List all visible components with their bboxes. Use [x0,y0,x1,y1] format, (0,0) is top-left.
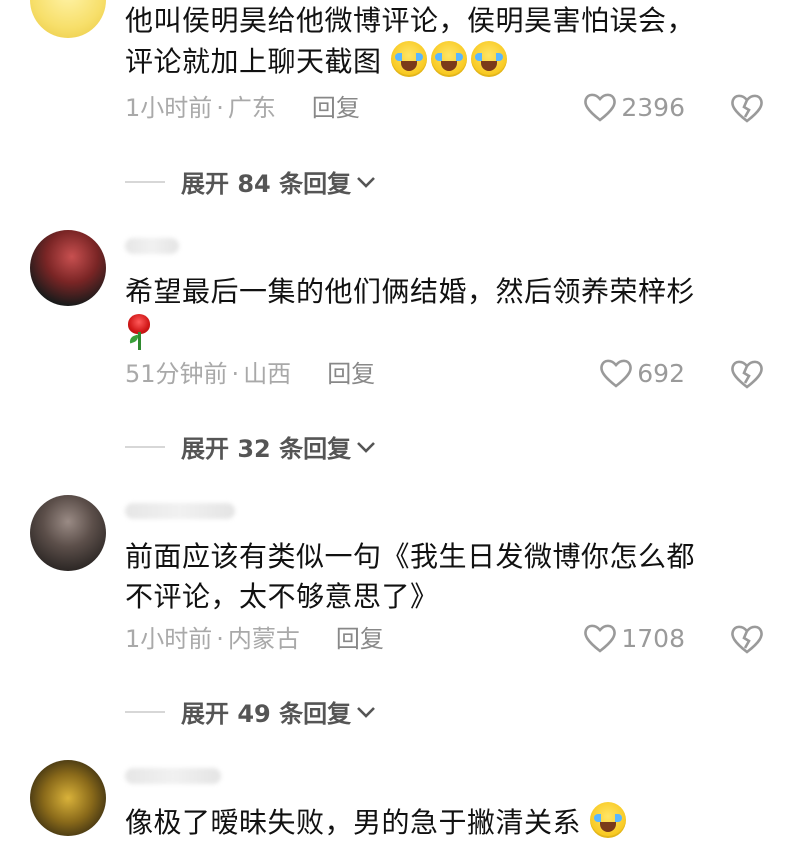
like-count: 2396 [621,92,685,122]
comment-line: 不评论，太不够意思了》 [125,580,439,613]
reply-button[interactable]: 回复 [312,93,360,123]
chevron-down-icon [357,176,376,188]
divider [125,445,165,448]
comment-location: 山西 [243,360,292,388]
username[interactable] [125,768,221,784]
comment-location: 内蒙古 [227,625,300,653]
expand-replies-button[interactable]: 展开 32 条回复 [125,429,377,464]
comment-meta: 1小时前 · 内蒙古 回复 [125,624,384,654]
avatar[interactable] [30,230,106,306]
chevron-down-icon [357,706,376,718]
comment-time: 1小时前 [125,94,213,122]
comment-line: 像极了暧昧失败，男的急于撇清关系 [125,806,582,839]
comment-location: 广东 [227,94,276,122]
separator: · [231,360,240,388]
expand-replies-label: 展开 49 条回复 [181,700,352,728]
chevron-down-icon [357,441,376,453]
broken-heart-icon [731,94,763,123]
comment-meta: 51分钟前 · 山西 回复 [125,359,375,389]
username[interactable] [125,238,179,254]
expand-replies-label: 展开 32 条回复 [181,435,352,463]
comment-text: 希望最后一集的他们俩结婚，然后领养荣梓杉 [125,272,765,352]
laughing-tears-emoji-icon [590,802,627,838]
separator: · [216,94,224,122]
comment-time: 51分钟前 [125,360,228,388]
rose-emoji-icon [125,312,153,352]
broken-heart-icon [731,625,763,654]
like-button[interactable]: 2396 [583,92,685,122]
expand-replies-button[interactable]: 展开 84 条回复 [125,164,377,199]
divider [125,180,165,183]
comment-line: 他叫侯明昊给他微博评论，侯明昊害怕误会， [125,4,696,37]
comment-meta: 1小时前 · 广东 回复 [125,93,360,123]
comment-text: 他叫侯明昊给他微博评论，侯明昊害怕误会， 评论就加上聊天截图 [125,1,765,82]
username[interactable] [125,503,235,519]
dislike-button[interactable] [730,93,764,127]
comment-line: 评论就加上聊天截图 [125,45,382,78]
avatar[interactable]: ᵔᴥᵔ [30,0,106,38]
heart-icon [584,93,617,122]
comment-text: 前面应该有类似一句《我生日发微博你怎么都 不评论，太不够意思了》 [125,537,765,617]
crying-laughing-emoji-icon [430,41,467,77]
expand-replies-label: 展开 84 条回复 [181,170,352,198]
crying-laughing-emoji-icon [390,41,427,77]
heart-icon [600,359,633,388]
expand-replies-button[interactable]: 展开 49 条回复 [125,694,377,729]
comment-list: ᵔᴥᵔ 他叫侯明昊给他微博评论，侯明昊害怕误会， 评论就加上聊天截图 1小时前 … [0,0,800,852]
divider [125,710,165,713]
comment-text: 像极了暧昧失败，男的急于撇清关系 [125,802,765,843]
dislike-button[interactable] [730,624,764,658]
comment-line: 希望最后一集的他们俩结婚，然后领养荣梓杉 [125,275,696,308]
crying-laughing-emoji-icon [470,41,507,77]
like-button[interactable]: 692 [599,358,685,388]
avatar[interactable] [30,495,106,571]
broken-heart-icon [731,360,763,389]
heart-icon [584,624,617,653]
reply-button[interactable]: 回复 [336,624,384,654]
comment-line: 前面应该有类似一句《我生日发微博你怎么都 [125,540,696,573]
reply-button[interactable]: 回复 [327,359,375,389]
dislike-button[interactable] [730,359,764,393]
like-button[interactable]: 1708 [583,623,685,653]
like-count: 692 [637,358,685,388]
like-count: 1708 [621,623,685,653]
avatar[interactable] [30,760,106,836]
separator: · [216,625,224,653]
comment-time: 1小时前 [125,625,213,653]
